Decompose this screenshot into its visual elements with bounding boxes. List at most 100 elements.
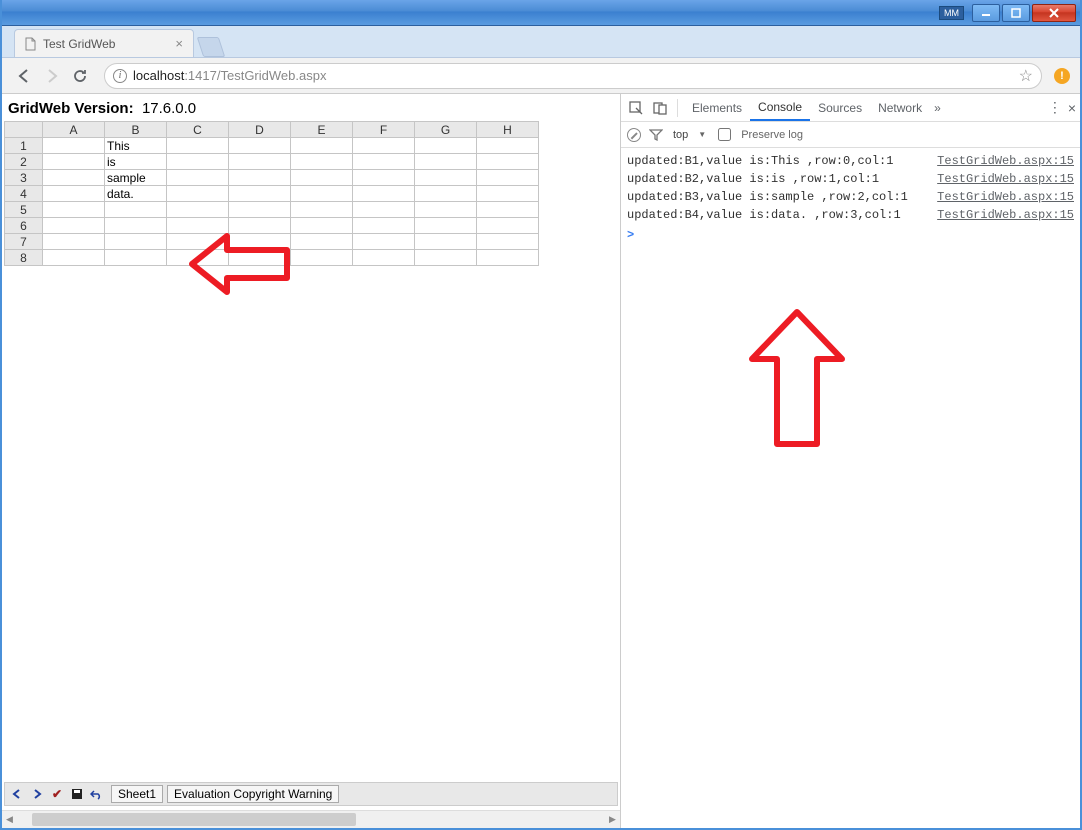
grid-cell[interactable] (43, 138, 105, 154)
context-dropdown-icon[interactable]: ▼ (698, 130, 706, 139)
column-header[interactable]: D (229, 122, 291, 138)
grid-cell[interactable] (167, 138, 229, 154)
grid-cell[interactable] (229, 234, 291, 250)
grid-cell[interactable] (167, 154, 229, 170)
horizontal-scrollbar[interactable]: ◀ ▶ (2, 810, 620, 828)
column-header[interactable]: H (477, 122, 539, 138)
filter-icon[interactable] (649, 129, 663, 141)
gridweb-table[interactable]: ABCDEFGH 1This2is3sample4data.5678 (4, 121, 539, 266)
reload-button[interactable] (68, 64, 92, 88)
row-header[interactable]: 7 (5, 234, 43, 250)
grid-cell[interactable] (229, 202, 291, 218)
sheet-prev-icon[interactable] (9, 786, 25, 802)
grid-cell[interactable] (353, 250, 415, 266)
grid-cell[interactable] (415, 218, 477, 234)
grid-cell[interactable] (415, 138, 477, 154)
clear-console-icon[interactable] (627, 128, 641, 142)
grid-cell[interactable] (415, 170, 477, 186)
grid-cell[interactable] (477, 218, 539, 234)
forward-button[interactable] (40, 64, 64, 88)
console-source-link[interactable]: TestGridWeb.aspx:15 (937, 208, 1074, 222)
grid-cell[interactable] (477, 154, 539, 170)
grid-cell[interactable] (43, 218, 105, 234)
grid-cell[interactable] (229, 218, 291, 234)
close-button[interactable] (1032, 4, 1076, 22)
scroll-right-icon[interactable]: ▶ (605, 811, 620, 828)
grid-cell[interactable] (415, 234, 477, 250)
row-header[interactable]: 4 (5, 186, 43, 202)
inspect-element-icon[interactable] (625, 100, 647, 116)
column-header[interactable]: A (43, 122, 105, 138)
grid-cell[interactable] (291, 170, 353, 186)
grid-cell[interactable] (167, 202, 229, 218)
sheet-tab[interactable]: Sheet1 (111, 785, 163, 803)
grid-cell[interactable] (105, 250, 167, 266)
column-header[interactable]: G (415, 122, 477, 138)
grid-cell[interactable] (477, 170, 539, 186)
console-source-link[interactable]: TestGridWeb.aspx:15 (937, 172, 1074, 186)
scrollbar-thumb[interactable] (32, 813, 356, 826)
console-source-link[interactable]: TestGridWeb.aspx:15 (937, 154, 1074, 168)
undo-icon[interactable] (89, 786, 105, 802)
row-header[interactable]: 8 (5, 250, 43, 266)
devtools-menu-icon[interactable]: ⋮ (1048, 99, 1062, 116)
grid-cell[interactable] (291, 202, 353, 218)
evaluation-warning-tab[interactable]: Evaluation Copyright Warning (167, 785, 339, 803)
grid-cell[interactable] (229, 138, 291, 154)
grid-cell[interactable] (43, 170, 105, 186)
grid-cell[interactable] (105, 234, 167, 250)
grid-cell[interactable] (291, 138, 353, 154)
console-prompt[interactable]: > (627, 224, 1074, 242)
corner-cell[interactable] (5, 122, 43, 138)
new-tab-button[interactable] (197, 37, 225, 57)
grid-cell[interactable] (353, 154, 415, 170)
devtools-tab-console[interactable]: Console (750, 94, 810, 121)
grid-cell[interactable] (43, 250, 105, 266)
grid-cell[interactable] (167, 186, 229, 202)
scroll-left-icon[interactable]: ◀ (2, 811, 17, 828)
grid-cell[interactable] (43, 154, 105, 170)
grid-cell[interactable] (477, 234, 539, 250)
grid-cell[interactable] (229, 186, 291, 202)
grid-cell[interactable] (353, 234, 415, 250)
devtools-close-icon[interactable]: × (1068, 100, 1076, 116)
save-icon[interactable] (69, 786, 85, 802)
minimize-button[interactable] (972, 4, 1000, 22)
row-header[interactable]: 1 (5, 138, 43, 154)
grid-cell[interactable] (291, 154, 353, 170)
grid-cell[interactable] (353, 138, 415, 154)
grid-cell[interactable] (415, 154, 477, 170)
grid-cell[interactable]: This (105, 138, 167, 154)
grid-cell[interactable] (229, 154, 291, 170)
maximize-button[interactable] (1002, 4, 1030, 22)
column-header[interactable]: B (105, 122, 167, 138)
preserve-log-checkbox[interactable] (718, 128, 731, 141)
back-button[interactable] (12, 64, 36, 88)
devtools-tab-sources[interactable]: Sources (810, 94, 870, 121)
address-bar[interactable]: i localhost:1417/TestGridWeb.aspx ☆ (104, 63, 1042, 89)
grid-cell[interactable] (415, 186, 477, 202)
devtools-tab-elements[interactable]: Elements (684, 94, 750, 121)
device-toggle-icon[interactable] (649, 100, 671, 116)
grid-cell[interactable]: sample (105, 170, 167, 186)
grid-cell[interactable] (43, 202, 105, 218)
grid-cell[interactable] (291, 250, 353, 266)
row-header[interactable]: 6 (5, 218, 43, 234)
grid-cell[interactable] (105, 218, 167, 234)
row-header[interactable]: 3 (5, 170, 43, 186)
console-source-link[interactable]: TestGridWeb.aspx:15 (937, 190, 1074, 204)
grid-cell[interactable] (43, 234, 105, 250)
bookmark-icon[interactable]: ☆ (1019, 66, 1033, 86)
console-output[interactable]: updated:B1,value is:This ,row:0,col:1Tes… (621, 148, 1080, 828)
grid-cell[interactable] (353, 202, 415, 218)
column-header[interactable]: F (353, 122, 415, 138)
devtools-tab-network[interactable]: Network (870, 94, 930, 121)
grid-cell[interactable] (415, 202, 477, 218)
grid-cell[interactable] (167, 250, 229, 266)
grid-cell[interactable]: is (105, 154, 167, 170)
grid-cell[interactable] (415, 250, 477, 266)
grid-cell[interactable] (291, 218, 353, 234)
grid-cell[interactable] (229, 170, 291, 186)
grid-cell[interactable] (353, 186, 415, 202)
grid-cell[interactable] (167, 170, 229, 186)
